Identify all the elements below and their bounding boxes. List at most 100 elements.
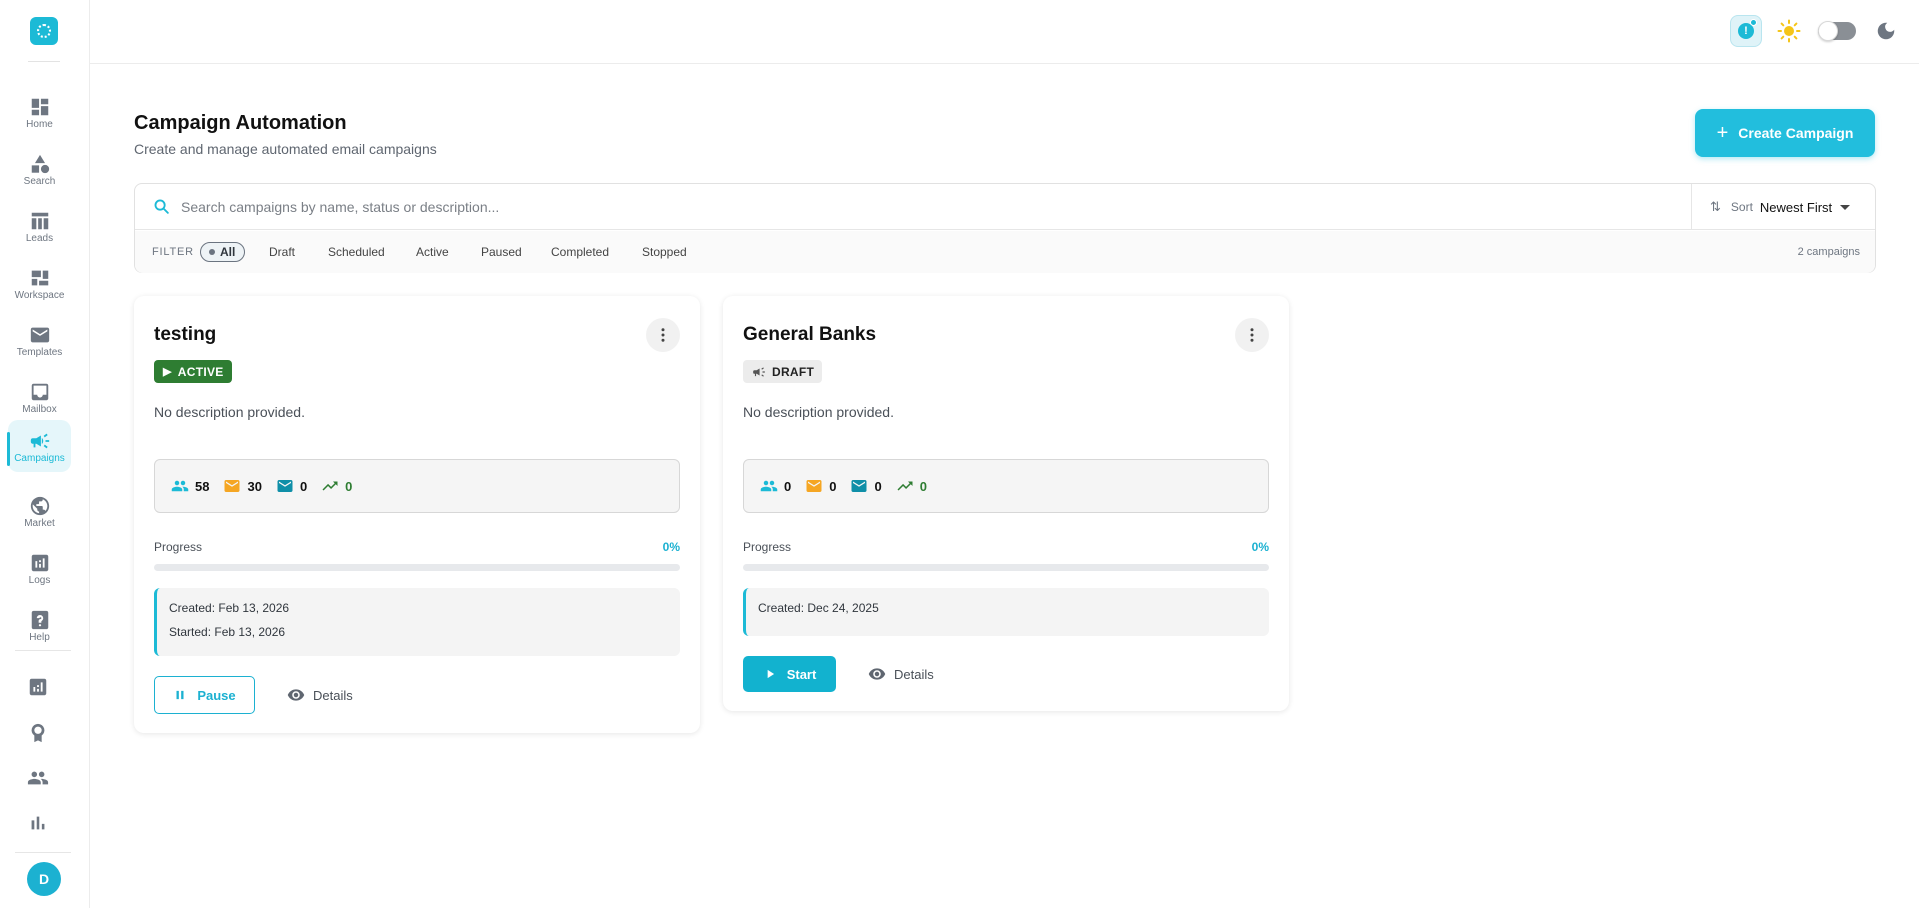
- megaphone-icon: [30, 433, 49, 449]
- start-button[interactable]: Start: [743, 656, 836, 692]
- theme-toggle[interactable]: [1818, 21, 1856, 41]
- divider: [15, 650, 71, 651]
- progress-percent: 0%: [1251, 540, 1269, 554]
- filter-chip-paused[interactable]: Paused: [481, 242, 522, 262]
- filter-chip-scheduled[interactable]: Scheduled: [328, 242, 385, 262]
- create-campaign-button[interactable]: + Create Campaign: [1695, 109, 1875, 157]
- app-logo[interactable]: [30, 17, 58, 45]
- stat-value: 0: [299, 478, 308, 494]
- more-options-button[interactable]: [1235, 318, 1269, 352]
- globe-icon: [30, 496, 49, 516]
- campaign-name: testing: [154, 324, 217, 345]
- sort-label: Sort: [1730, 200, 1753, 214]
- mail-icon: [224, 480, 240, 492]
- progress-label: Progress: [743, 540, 792, 554]
- sort-value: Newest First: [1759, 199, 1833, 215]
- filter-row: FILTER All Draft Scheduled Active Paused…: [135, 231, 1875, 273]
- trending-up-icon: [322, 481, 338, 491]
- status-text: DRAFT: [772, 364, 815, 379]
- sidebar-item-label: Workspace: [14, 290, 65, 301]
- sidebar-item-help[interactable]: Help: [8, 599, 71, 651]
- status-badge: ▶ ACTIVE: [154, 360, 232, 383]
- filter-chip-completed[interactable]: Completed: [551, 242, 609, 262]
- sort-dropdown[interactable]: ⇅ Sort Newest First: [1691, 184, 1876, 230]
- sidebar-item-logs[interactable]: Logs: [8, 542, 71, 594]
- people-icon: [760, 480, 778, 492]
- details-label: Details: [894, 666, 934, 682]
- sun-icon[interactable]: [1777, 19, 1801, 43]
- more-options-button[interactable]: [646, 318, 680, 352]
- filter-chip-draft[interactable]: Draft: [269, 242, 295, 262]
- plus-icon: +: [1716, 122, 1729, 144]
- moon-icon[interactable]: [1875, 20, 1897, 42]
- stat-leads: 0: [760, 477, 791, 495]
- sidebar-item-label: Search: [23, 176, 56, 187]
- sidebar-item-home[interactable]: Home: [8, 86, 71, 138]
- sidebar-item-templates[interactable]: Templates: [8, 314, 71, 366]
- progress-label: Progress: [154, 540, 203, 554]
- topbar: !: [90, 0, 1919, 64]
- sidebar-item-leads[interactable]: Leads: [8, 200, 71, 252]
- megaphone-icon: [753, 366, 765, 377]
- dashboard-icon: [31, 98, 48, 116]
- pause-label: Pause: [197, 687, 236, 703]
- play-icon: [767, 669, 774, 679]
- logo-ring-icon: [37, 24, 51, 38]
- chip-label: All: [220, 245, 236, 259]
- search-input[interactable]: [181, 194, 1681, 220]
- caret-down-icon: [1840, 204, 1851, 210]
- stat-leads: 58: [171, 477, 209, 495]
- sidebar-item-label: Logs: [28, 575, 51, 586]
- nav-award-button[interactable]: [27, 722, 51, 746]
- filter-chip-stopped[interactable]: Stopped: [642, 242, 687, 262]
- eye-icon: [287, 689, 305, 701]
- campaign-description: No description provided.: [154, 404, 305, 420]
- award-icon: [31, 723, 45, 743]
- pause-button[interactable]: Pause: [154, 676, 255, 714]
- start-label: Start: [786, 666, 817, 682]
- user-avatar[interactable]: D: [27, 862, 61, 896]
- mail-icon: [806, 480, 822, 492]
- stat-sent: 30: [223, 477, 262, 495]
- eye-icon: [868, 668, 886, 680]
- mail-icon: [30, 327, 49, 343]
- filter-label: FILTER: [152, 246, 194, 258]
- progress-bar: [154, 564, 680, 571]
- stat-value: 0: [784, 478, 792, 494]
- stat-conversions: 0: [321, 477, 352, 495]
- sidebar-item-search[interactable]: Search: [8, 143, 71, 195]
- workspace-icon: [31, 270, 48, 286]
- stat-conversions: 0: [896, 477, 927, 495]
- details-button[interactable]: Details: [868, 656, 934, 692]
- details-label: Details: [313, 687, 353, 703]
- campaign-card: testing ▶ ACTIVE No description provided…: [134, 296, 700, 733]
- trending-up-icon: [897, 481, 913, 491]
- campaign-description: No description provided.: [743, 404, 894, 420]
- campaign-dates: Created: Dec 24, 2025: [743, 588, 1269, 636]
- sort-arrows-icon: ⇅: [1710, 199, 1721, 214]
- sidebar-item-workspace[interactable]: Workspace: [8, 257, 71, 309]
- filter-chip-active[interactable]: Active: [416, 242, 449, 262]
- sidebar-item-mailbox[interactable]: Mailbox: [8, 371, 71, 423]
- filter-chip-all[interactable]: All: [200, 242, 246, 262]
- nav-analytics-button[interactable]: [27, 676, 51, 700]
- stat-value: 58: [195, 478, 210, 494]
- sidebar-item-market[interactable]: Market: [8, 485, 71, 537]
- active-indicator: [7, 432, 10, 466]
- mail-open-icon: [277, 480, 293, 492]
- play-icon: ▶: [163, 366, 172, 378]
- campaign-count: 2 campaigns: [1797, 246, 1860, 258]
- people-icon: [171, 480, 189, 492]
- table-icon: [31, 212, 48, 230]
- nav-team-button[interactable]: [27, 767, 51, 791]
- pause-icon: [176, 690, 184, 700]
- stat-value: 30: [247, 478, 262, 494]
- details-button[interactable]: Details: [287, 677, 353, 713]
- nav-reports-button[interactable]: [27, 812, 51, 836]
- stat-value: 0: [919, 478, 927, 494]
- search-icon: [154, 199, 169, 214]
- notification-dot: [1750, 19, 1757, 26]
- notifications-button[interactable]: !: [1730, 15, 1762, 47]
- radio-dot-icon: [209, 249, 215, 255]
- sidebar-item-campaigns[interactable]: Campaigns: [8, 420, 71, 472]
